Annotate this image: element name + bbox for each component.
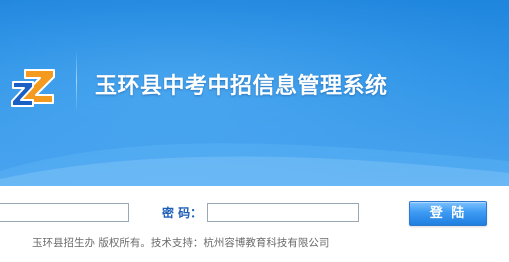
copyright-text: 玉环县招生办 版权所有。技术支持：杭州容博教育科技有限公司: [32, 237, 330, 249]
page-title: 玉环县中考中招信息管理系统: [95, 74, 388, 99]
login-page: 玉环县中考中招信息管理系统 密 码： 登 陆 玉环县招生办 版权所有。技术支持：…: [0, 0, 509, 262]
header-banner: 玉环县中考中招信息管理系统: [0, 0, 509, 186]
password-label: 密 码：: [162, 206, 203, 220]
banner-wave-decoration: [0, 143, 509, 186]
zz-logo-icon: [11, 69, 55, 107]
header-divider: [76, 50, 77, 112]
login-button[interactable]: 登 陆: [409, 201, 487, 226]
password-input[interactable]: [207, 203, 359, 222]
username-input[interactable]: [0, 203, 129, 222]
